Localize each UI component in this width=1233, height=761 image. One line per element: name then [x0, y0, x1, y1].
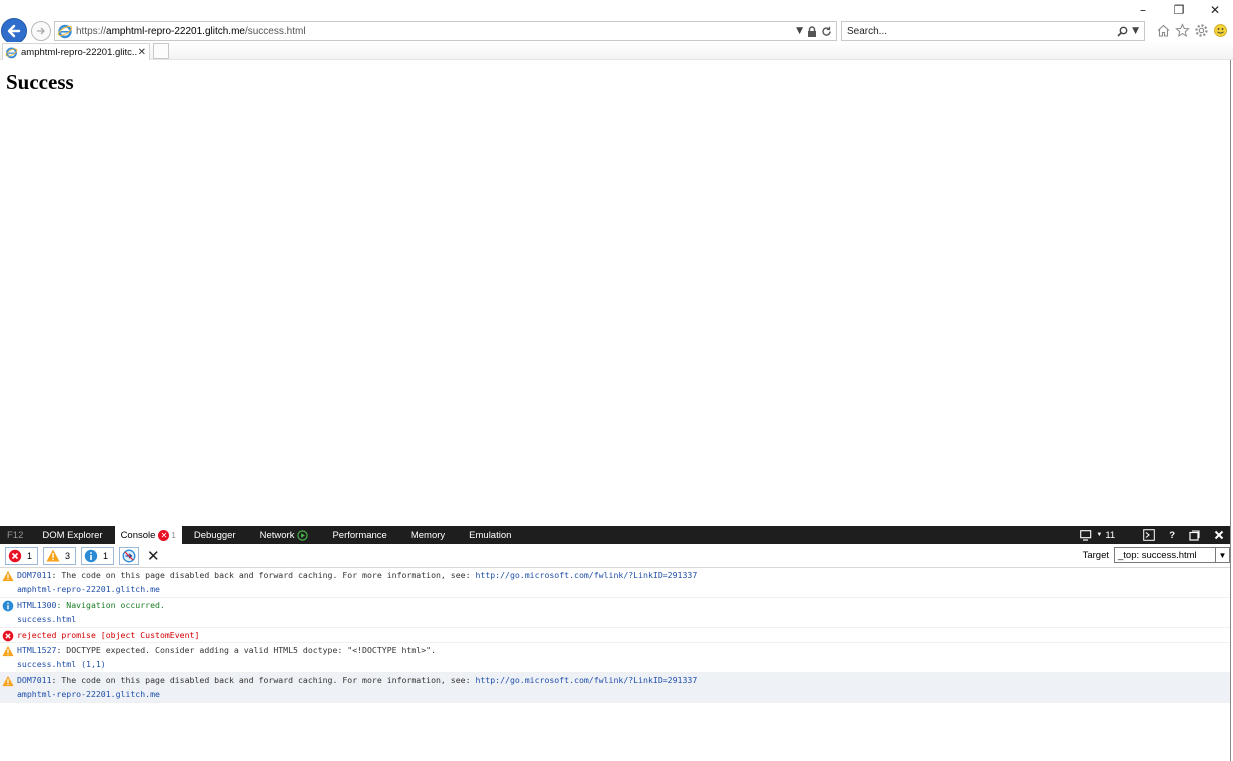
- target-select[interactable]: _top: success.html ▼: [1114, 547, 1230, 563]
- refresh-icon[interactable]: [821, 26, 832, 37]
- warning-icon: [2, 675, 14, 687]
- info-icon: [2, 600, 14, 612]
- errors-filter-button[interactable]: 1: [5, 546, 39, 565]
- error-icon: [2, 630, 14, 642]
- devtools-tab-bar: F12 DOM Explorer Console ✕ 1 Debugger Netw…: [0, 526, 1230, 544]
- restore-button[interactable]: ❐: [1161, 0, 1197, 20]
- tab-network[interactable]: Network: [248, 526, 321, 544]
- console-message: rejected promise [object CustomEvent]: [0, 628, 1230, 643]
- undock-icon[interactable]: [1189, 529, 1200, 541]
- clear-on-navigate-icon: [122, 549, 136, 562]
- tab-memory[interactable]: Memory: [399, 526, 457, 544]
- error-x-icon: ✕: [158, 529, 170, 541]
- chevron-down-icon: ▼: [1215, 548, 1229, 562]
- console-message: HTML1527: DOCTYPE expected. Consider add…: [0, 643, 1230, 673]
- fwlink-link[interactable]: http://go.microsoft.com/fwlink/?LinkID=2…: [475, 570, 697, 580]
- search-dropdown-icon[interactable]: ▼: [1132, 26, 1139, 36]
- search-box[interactable]: Search... ▼: [841, 21, 1145, 41]
- gear-icon[interactable]: [1193, 21, 1209, 39]
- url-text: https://amphtml-repro-22201.glitch.me/su…: [76, 25, 306, 37]
- tab-dom-explorer[interactable]: DOM Explorer: [30, 526, 114, 544]
- warnings-filter-button[interactable]: 3: [43, 546, 77, 565]
- forward-button[interactable]: [31, 21, 51, 41]
- warning-icon: [2, 645, 14, 657]
- tab-strip: amphtml-repro-22201.glitc... ✕: [0, 42, 1233, 60]
- close-window-button[interactable]: ✕: [1197, 0, 1233, 20]
- fwlink-link[interactable]: http://go.microsoft.com/fwlink/?LinkID=2…: [475, 675, 697, 685]
- message-source-link[interactable]: amphtml-repro-22201.glitch.me: [17, 687, 1230, 702]
- error-icon: [8, 549, 22, 562]
- lock-icon[interactable]: [807, 25, 817, 37]
- search-input[interactable]: Search...: [847, 26, 1117, 37]
- tab-performance[interactable]: Performance: [320, 526, 398, 544]
- address-bar[interactable]: https://amphtml-repro-22201.glitch.me/su…: [54, 21, 837, 41]
- clear-console-icon[interactable]: ✕: [147, 547, 160, 565]
- tab-console[interactable]: Console ✕ 1: [114, 526, 182, 544]
- ie-logo-icon: [57, 24, 73, 39]
- new-tab-button[interactable]: [153, 43, 169, 59]
- message-source-link[interactable]: success.html (1,1): [17, 657, 1230, 672]
- console-message: DOM7011: The code on this page disabled …: [0, 568, 1230, 598]
- tab-debugger[interactable]: Debugger: [182, 526, 248, 544]
- message-source-link[interactable]: amphtml-repro-22201.glitch.me: [17, 582, 1230, 597]
- back-arrow-icon: [7, 24, 21, 38]
- search-icon[interactable]: [1117, 26, 1128, 37]
- console-message: DOM7011: The code on this page disabled …: [0, 673, 1230, 703]
- console-prompt-icon[interactable]: [1143, 529, 1155, 541]
- favorites-star-icon[interactable]: [1174, 21, 1190, 39]
- back-button[interactable]: [1, 18, 27, 44]
- help-button[interactable]: ?: [1169, 530, 1175, 541]
- tab-close-icon[interactable]: ✕: [138, 47, 146, 58]
- page-heading: Success: [6, 70, 74, 94]
- document-mode-selector[interactable]: ▼ 11: [1080, 530, 1115, 541]
- page-content: Success: [0, 60, 1230, 526]
- play-circle-icon: [297, 529, 309, 541]
- home-icon[interactable]: [1155, 21, 1171, 39]
- console-message: HTML1300: Navigation occurred. success.h…: [0, 598, 1230, 628]
- smiley-feedback-icon[interactable]: [1212, 21, 1228, 39]
- target-label: Target: [1082, 549, 1109, 561]
- warning-icon: [2, 570, 14, 582]
- navigation-bar: https://amphtml-repro-22201.glitch.me/su…: [0, 18, 1233, 44]
- dropdown-arrow-icon: ▼: [1096, 532, 1103, 538]
- minimize-button[interactable]: –: [1125, 0, 1161, 20]
- info-filter-button[interactable]: 1: [81, 546, 115, 565]
- monitor-icon: [1080, 529, 1092, 541]
- console-error-count: 1: [171, 530, 176, 540]
- console-toolbar: 1 3 1 ✕ Target _top: success.html ▼: [0, 544, 1230, 568]
- tab-emulation[interactable]: Emulation: [457, 526, 523, 544]
- tab-success-page[interactable]: amphtml-repro-22201.glitc... ✕: [2, 43, 150, 60]
- warning-icon: [46, 549, 60, 562]
- close-devtools-icon[interactable]: [1214, 530, 1224, 540]
- tab-title: amphtml-repro-22201.glitc...: [21, 46, 138, 58]
- f12-devtools: F12 DOM Explorer Console ✕ 1 Debugger Netw…: [0, 526, 1230, 761]
- ie-logo-icon: [5, 46, 18, 58]
- clear-on-navigate-toggle[interactable]: [119, 546, 140, 565]
- forward-arrow-icon: [37, 27, 45, 35]
- message-source-link[interactable]: success.html: [17, 612, 1230, 627]
- f12-label: F12: [7, 529, 24, 541]
- window-controls: – ❐ ✕: [1125, 0, 1233, 20]
- info-icon: [84, 549, 98, 562]
- dropdown-arrow-icon[interactable]: ▼: [796, 26, 803, 36]
- console-output: DOM7011: The code on this page disabled …: [0, 568, 1230, 703]
